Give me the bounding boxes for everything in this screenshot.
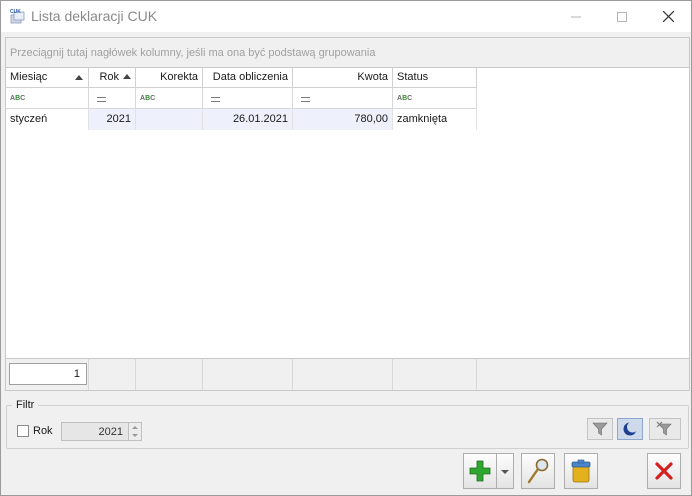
column-header-status[interactable]: Status — [393, 68, 477, 88]
filter-mode-button[interactable] — [617, 418, 643, 440]
title-bar: CUK Lista deklaracji CUK — [1, 1, 691, 32]
equals-filter-icon — [97, 97, 106, 102]
text-filter-icon: ABC — [397, 95, 413, 102]
preview-icon — [527, 458, 549, 484]
filter-cell-data-obliczenia[interactable] — [203, 88, 293, 109]
delete-icon — [571, 459, 591, 483]
equals-filter-icon — [211, 97, 220, 102]
column-label: Data obliczenia — [212, 71, 288, 83]
spin-down-icon[interactable] — [132, 434, 138, 437]
cancel-icon — [655, 462, 673, 480]
filter-panel-legend: Filtr — [12, 399, 39, 411]
clear-filter-button[interactable] — [649, 418, 681, 440]
minimize-button[interactable] — [553, 1, 599, 32]
preview-button[interactable] — [521, 453, 555, 489]
sort-ascending-icon — [75, 75, 83, 80]
footer-cell — [89, 358, 136, 390]
record-count: 1 — [9, 363, 87, 385]
maximize-button[interactable] — [599, 1, 645, 32]
footer-cell — [203, 358, 293, 390]
footer-count-cell: 1 — [6, 358, 89, 390]
filter-icon — [592, 422, 608, 436]
rok-year-spinner[interactable] — [128, 422, 142, 441]
close-button[interactable] — [645, 1, 691, 32]
cell-data-obliczenia[interactable]: 26.01.2021 — [203, 109, 293, 130]
cell-rok[interactable]: 2021 — [89, 109, 136, 130]
rok-checkbox[interactable] — [17, 425, 29, 437]
text-filter-icon: ABC — [140, 95, 156, 102]
column-label: Status — [397, 71, 429, 83]
add-dropdown-button[interactable] — [497, 453, 514, 489]
cancel-button[interactable] — [647, 453, 681, 489]
close-icon — [662, 11, 674, 22]
column-label: Korekta — [160, 71, 198, 83]
filter-cell-korekta[interactable]: ABC — [136, 88, 203, 109]
filter-cell-miesiac[interactable]: ABC — [6, 88, 89, 109]
filter-cell-status[interactable]: ABC — [393, 88, 477, 109]
spin-up-icon[interactable] — [132, 426, 138, 429]
equals-filter-icon — [301, 97, 310, 102]
sort-ascending-icon — [123, 74, 131, 79]
column-header-data-obliczenia[interactable]: Data obliczenia — [203, 68, 293, 88]
column-header-miesiac[interactable]: Miesiąc — [6, 68, 89, 88]
footer-cell — [136, 358, 203, 390]
text-filter-icon: ABC — [10, 95, 26, 102]
column-label: Miesiąc — [10, 71, 48, 83]
filter-cell-rok[interactable] — [89, 88, 136, 109]
add-icon — [469, 460, 491, 482]
clear-filter-icon — [656, 421, 672, 436]
rok-checkbox-label[interactable]: Rok — [33, 425, 53, 437]
declarations-grid: Miesiąc Rok Korekta Data obliczenia Kwot… — [5, 67, 690, 391]
filter-cell-kwota[interactable] — [293, 88, 393, 109]
column-label: Kwota — [357, 71, 388, 83]
app-icon: CUK — [9, 7, 27, 25]
chevron-down-icon — [501, 470, 509, 474]
window: CUK Lista deklaracji CUK Przeciągnij tut… — [0, 0, 692, 496]
group-by-hint: Przeciągnij tutaj nagłówek kolumny, jeśl… — [10, 47, 376, 59]
group-by-area[interactable]: Przeciągnij tutaj nagłówek kolumny, jeśl… — [5, 37, 690, 68]
footer-cell — [393, 358, 477, 390]
column-header-rok[interactable]: Rok — [89, 68, 136, 88]
cell-kwota[interactable]: 780,00 — [293, 109, 393, 130]
apply-filter-button[interactable] — [587, 418, 613, 440]
cell-miesiac[interactable]: styczeń — [6, 109, 89, 130]
footer-cell — [293, 358, 393, 390]
add-button[interactable] — [463, 453, 497, 489]
column-label: Rok — [99, 71, 119, 83]
window-title: Lista deklaracji CUK — [31, 8, 158, 24]
delete-button[interactable] — [564, 453, 598, 489]
rok-year-input[interactable]: 2021 — [61, 422, 129, 441]
column-header-korekta[interactable]: Korekta — [136, 68, 203, 88]
column-header-kwota[interactable]: Kwota — [293, 68, 393, 88]
footer-cell — [477, 358, 689, 390]
cell-status[interactable]: zamknięta — [393, 109, 477, 130]
app-icon-text: CUK — [10, 9, 21, 15]
cell-korekta[interactable] — [136, 109, 203, 130]
moon-filter-icon — [623, 421, 638, 436]
